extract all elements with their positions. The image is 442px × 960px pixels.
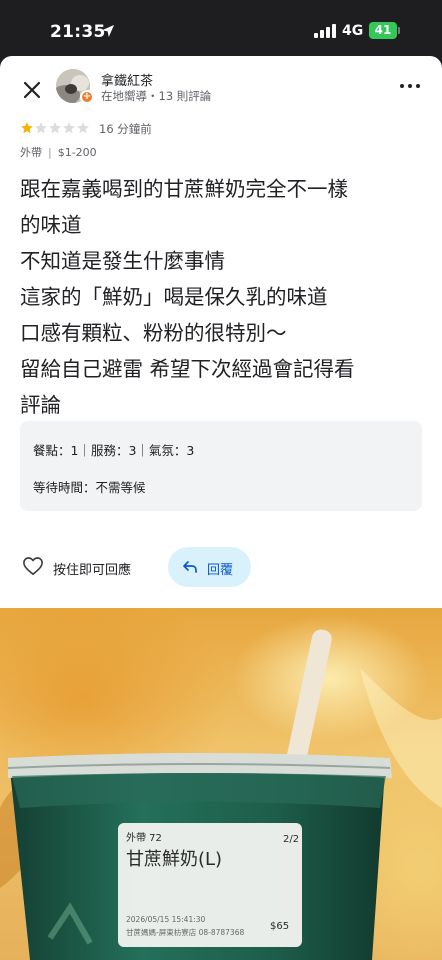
review-photo[interactable]: 外帶 72 2/2 甘蔗鮮奶(L) 2026/05/15 15:41:30 $6…: [0, 608, 442, 960]
more-options-icon[interactable]: [396, 75, 424, 95]
star-empty-icon: [35, 122, 47, 134]
review-text-line: 口感有顆粒、粉粉的很特別～: [20, 321, 287, 345]
star-empty-icon: [49, 122, 61, 134]
battery-cap: [398, 27, 400, 34]
cellular-signal-icon: [314, 24, 336, 38]
review-tags: 外帶 | $1-200: [20, 144, 97, 160]
label-page: 2/2: [283, 834, 300, 845]
label-price: $65: [270, 921, 290, 932]
star-empty-icon: [63, 122, 75, 134]
network-type: 4G: [342, 23, 364, 39]
reply-label: 回覆: [207, 563, 234, 578]
status-bar: 21:35 4G 41: [0, 0, 442, 56]
reply-arrow-icon: [183, 561, 197, 573]
local-guide-badge-icon: +: [80, 90, 94, 104]
review-time: 16 分鐘前: [99, 122, 152, 136]
review-text: 跟在嘉義喝到的甘蔗鮮奶完全不一樣 的味道 不知道是發生什麼事情 這家的「鮮奶」喝…: [20, 171, 424, 423]
review-text-line: 這家的「鮮奶」喝是保久乳的味道: [20, 285, 328, 309]
label-datetime: 2026/05/15 15:41:30: [126, 915, 206, 924]
like-button[interactable]: 按住即可回應: [20, 551, 150, 583]
heart-icon: [23, 557, 43, 575]
status-time: 21:35: [50, 22, 106, 42]
battery-icon: 41: [369, 22, 397, 39]
sub-ratings: 餐點：1｜服務：3｜氣氛：3: [33, 443, 195, 458]
review-text-line: 留給自己避雷 希望下次經過會記得看: [20, 357, 355, 381]
review-text-line: 評論: [20, 393, 61, 417]
review-text-line: 的味道: [20, 213, 82, 237]
wait-time: 等待時間：不需等候: [33, 480, 146, 495]
tag-price: $1-200: [57, 146, 97, 159]
tag-separator: |: [48, 146, 52, 159]
reviewer-meta: 在地嚮導・13 則評論: [101, 89, 212, 103]
tag-dine-type: 外帶: [20, 146, 42, 159]
label-store: 甘蔗媽媽-屏東枋寮店 08-8787368: [126, 928, 245, 937]
close-icon[interactable]: [16, 74, 48, 106]
location-arrow-icon: [102, 25, 114, 37]
star-filled-icon: [21, 122, 33, 134]
sub-ratings-box: 餐點：1｜服務：3｜氣氛：3 等待時間：不需等候: [20, 421, 422, 511]
reply-button[interactable]: 回覆: [168, 547, 251, 587]
like-label: 按住即可回應: [53, 563, 132, 578]
review-sheet: + 拿鐵紅茶 在地嚮導・13 則評論 16 分鐘前 外帶 | $1-200 跟在嘉義…: [0, 56, 442, 960]
review-text-line: 不知道是發生什麼事情: [20, 249, 225, 273]
battery-level: 41: [374, 23, 392, 37]
product-label: 外帶 72 2/2 甘蔗鮮奶(L) 2026/05/15 15:41:30 $6…: [118, 823, 302, 947]
star-empty-icon: [77, 122, 89, 134]
label-order: 外帶 72: [126, 833, 162, 844]
reviewer-name[interactable]: 拿鐵紅茶: [101, 70, 153, 89]
review-text-line: 跟在嘉義喝到的甘蔗鮮奶完全不一樣: [20, 177, 348, 201]
label-product: 甘蔗鮮奶(L): [126, 849, 223, 870]
